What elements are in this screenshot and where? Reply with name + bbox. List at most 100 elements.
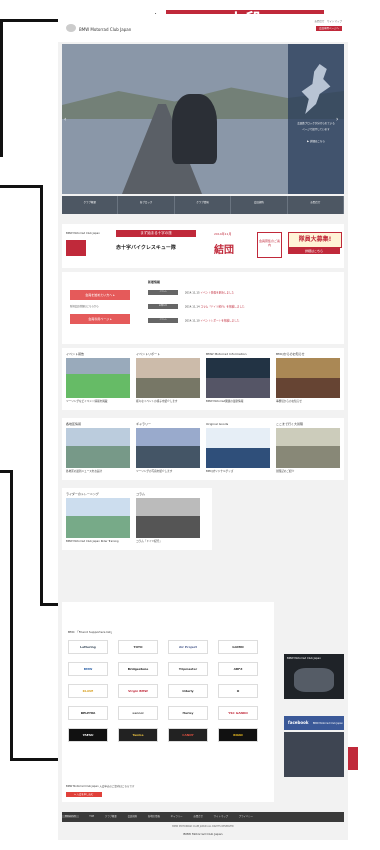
hero-panel-text-2: ページで紹介しています [302, 128, 330, 131]
card-caption: BMCJオリジナルグッズ [206, 470, 234, 473]
card-image [66, 498, 130, 538]
card-image [276, 428, 340, 468]
sponsor-logo[interactable]: Harley [168, 706, 208, 720]
news-section: 会員を始めたい方へ ▸ 新規会員登録はこちらから 会員専用ページ ▸ 新着情報 … [62, 272, 344, 344]
sponsor-logo[interactable]: ROAD [218, 728, 258, 742]
banner-red-mark [66, 240, 86, 256]
news-link[interactable]: イベント情報を更新しました [201, 292, 235, 295]
sponsor-logo[interactable]: BMW [68, 662, 108, 676]
news-category: イベント [148, 290, 178, 295]
news-row[interactable]: お知らせ 2014.11.14 コラム「ドイツ紀行」を掲載しました [148, 304, 338, 312]
footer-link[interactable]: クラブ概要 [105, 815, 117, 818]
top-arrow-vertical [0, 19, 3, 157]
facebook-banner[interactable]: facebook BMW Motorrad Club Japan [284, 716, 344, 730]
sponsor-logo[interactable]: YAESU [68, 728, 108, 742]
card-caption: 様々なイベントの様子を紹介します [136, 400, 178, 403]
content-card[interactable]: イベントリポート 様々なイベントの様子を紹介します [136, 352, 200, 404]
footer-link[interactable]: プライバシー [239, 815, 253, 818]
sponsor-logo[interactable]: DELPHIA [68, 706, 108, 720]
site-name[interactable]: BMW Motorrad Club Japan [79, 27, 131, 32]
footer-link[interactable]: お問合せ [193, 815, 203, 818]
header-links[interactable]: お問合せ サイトマップ [314, 19, 342, 23]
footer-site-name: BMW Motorrad Club Japan [183, 832, 223, 836]
content-card[interactable]: BMCJからのお知らせ 事務局からのお知らせ [276, 352, 340, 404]
news-heading: 新着情報 [148, 280, 161, 284]
hero-panel-text-1: 会員数ブロックが分けられている [297, 122, 335, 125]
content-grid-1: イベント報告 ツーリングなどイベント情報を掲載 イベントリポート 様々なイベント… [62, 348, 344, 410]
sponsor-logo[interactable]: ABFZ [218, 662, 258, 676]
main-nav: クラブ概要 各ブロック クラブ情報 会員規約 お問合せ [62, 196, 345, 214]
content-card[interactable]: 各地区情報 各地区の最新ニュースをお届け [66, 422, 130, 474]
content-grid-3: ライダーのトレーニング BMW Motorrad Club Japan Ride… [62, 488, 212, 550]
nav-item[interactable]: お問合せ [288, 196, 345, 214]
footer-link[interactable]: TOP [89, 815, 94, 818]
news-row[interactable]: イベント 2014.11.10 イベントレポートを掲載しました [148, 318, 338, 326]
sponsor-logo[interactable]: Lettering [68, 640, 108, 654]
hero-slider[interactable]: ‹ 会員数ブロックが分けられている ページで紹介しています ▶ 詳細はこちら › [62, 44, 344, 194]
news-link[interactable]: イベントレポートを掲載しました [201, 320, 240, 323]
sponsor-logo[interactable]: Virgin BMW [118, 684, 158, 698]
footer-link[interactable]: ENGLISH [62, 815, 79, 818]
banner-detail-box[interactable]: 会員募集のご案内 [257, 232, 282, 258]
sponsor-logo[interactable]: Tripmaster [168, 662, 208, 676]
sponsor-logo[interactable]: KLAVE [68, 684, 108, 698]
sponsor-logo[interactable]: Air Project [168, 640, 208, 654]
member-page-button[interactable]: 会員専用ページへ [316, 26, 342, 31]
content-card[interactable]: ギャラリー ツーリングの写真を紹介します [136, 422, 200, 474]
nav-item[interactable]: クラブ情報 [175, 196, 232, 214]
content-card[interactable]: コラム コラム「ドイツ紀行」 [136, 492, 200, 544]
content-card[interactable]: Original Goods BMCJオリジナルグッズ [206, 422, 270, 474]
sponsor-logo[interactable]: sannol [118, 706, 158, 720]
hero-panel-link[interactable]: ▶ 詳細はこちら [293, 140, 339, 144]
card-caption: コラム「ドイツ紀行」 [136, 540, 162, 543]
card-image [136, 428, 200, 468]
event-banner[interactable]: BMW Motorrad Club Japan まず始まる十字の旅 赤十字バイク… [62, 224, 344, 268]
sponsor-logo[interactable]: O [218, 684, 258, 698]
news-row[interactable]: イベント 2014.11.15 イベント情報を更新しました [148, 290, 338, 298]
content-card[interactable]: イベント報告 ツーリングなどイベント情報を掲載 [66, 352, 130, 404]
bottom-arrow-horizontal-top [0, 470, 13, 473]
content-card[interactable]: ライダーのトレーニング BMW Motorrad Club Japan Ride… [66, 492, 130, 544]
footer-link[interactable]: ギャラリー [171, 815, 183, 818]
banner-recruit-sub[interactable]: 詳細はこちら [288, 248, 340, 254]
nav-item[interactable]: 会員規約 [231, 196, 288, 214]
sidebar-video[interactable]: BMW Motorrad Club Japan [284, 654, 344, 699]
member-button[interactable]: 会員専用ページ ▸ [70, 314, 130, 324]
sponsor-logo[interactable]: GAMIN [218, 640, 258, 654]
join-button[interactable]: 会員を始めたい方へ ▸ [70, 290, 130, 300]
entry-text: BMW Motorrad Club Japan 入会申込のご案内はこちらです [66, 785, 135, 788]
sponsor-grid: Lettering TOYO Air Project GAMIN BMW Bri… [68, 640, 268, 790]
sponsor-logo[interactable]: Interly [168, 684, 208, 698]
sponsor-logo[interactable]: CANDY [168, 728, 208, 742]
sponsor-logo[interactable]: Tamba [118, 728, 158, 742]
entry-button[interactable]: ▸ 入会を申し込む [66, 792, 102, 797]
card-caption: 各地区の最新ニュースをお届け [66, 470, 103, 473]
sponsor-logo[interactable]: YSC GANKO [218, 706, 258, 720]
footer-link[interactable]: 各地区情報 [148, 815, 160, 818]
sponsor-logo[interactable]: TOYO [118, 640, 158, 654]
card-caption: ツーリングの写真を紹介します [136, 470, 173, 473]
card-image [206, 358, 270, 398]
bmw-logo-icon[interactable] [66, 24, 76, 32]
banner-recruit[interactable]: 隊員大募集! [288, 232, 342, 248]
card-image [276, 358, 340, 398]
card-image [136, 498, 200, 538]
news-date: 2014.11.14 [184, 305, 200, 309]
slider-prev-icon[interactable]: ‹ [64, 116, 70, 124]
nav-item[interactable]: クラブ概要 [62, 196, 119, 214]
facebook-label: facebook [288, 720, 309, 725]
footer-link[interactable]: 会員規約 [128, 815, 138, 818]
card-image [136, 358, 200, 398]
news-link[interactable]: コラム「ドイツ紀行」を掲載しました [201, 306, 245, 309]
nav-item[interactable]: 各ブロック [118, 196, 175, 214]
join-note: 新規会員登録はこちらから [70, 305, 99, 308]
content-card[interactable]: ここまで行く大冒険 冒険記のご紹介 [276, 422, 340, 474]
sponsor-logo[interactable]: Bridgestone [118, 662, 158, 676]
slider-next-icon[interactable]: › [336, 116, 342, 124]
content-card[interactable]: BMW Motorrad Information BMW Motorrad関連の… [206, 352, 270, 404]
footer-link[interactable]: サイトマップ [214, 815, 228, 818]
news-date: 2014.11.10 [184, 319, 200, 323]
copyright: BMW MOTORRAD CLUB JAPAN ALL RIGHTS RESER… [172, 825, 234, 828]
sidebar-image[interactable] [284, 732, 344, 777]
banner-date: 2014年11月 [214, 232, 232, 236]
